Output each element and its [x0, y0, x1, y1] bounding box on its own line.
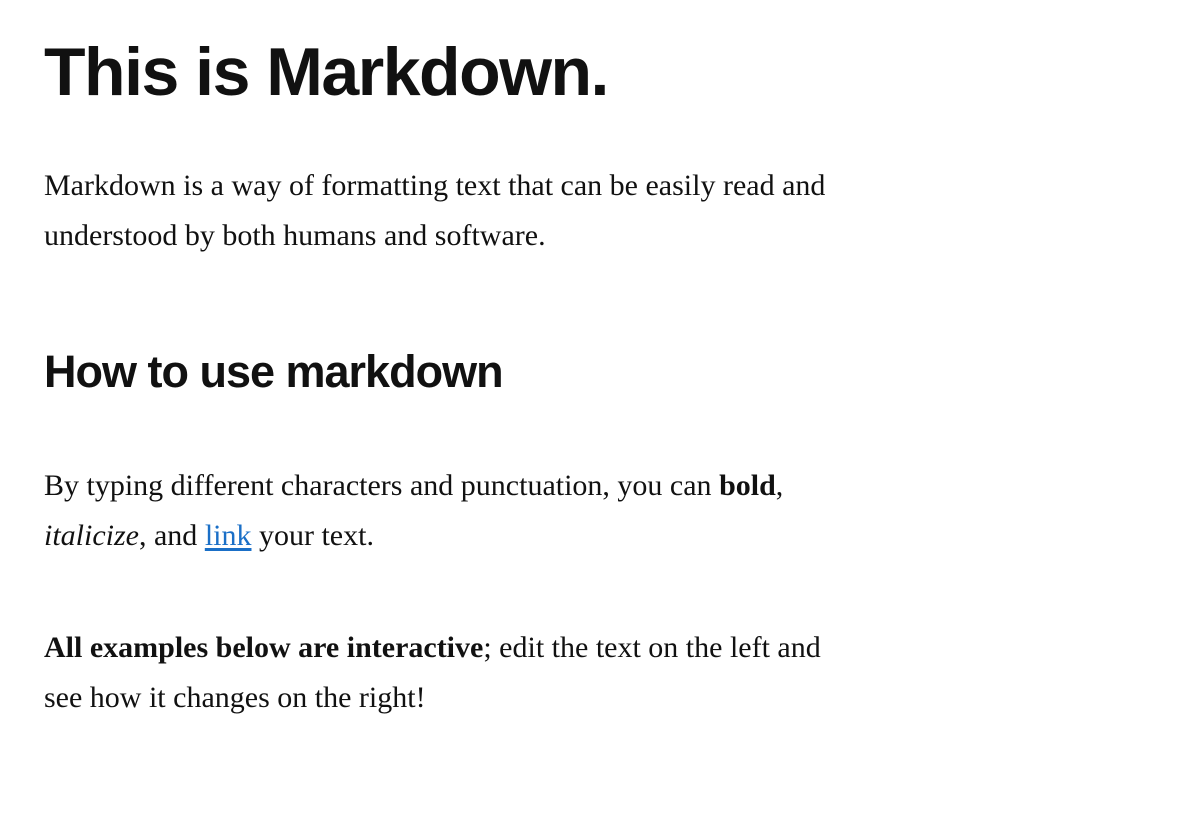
section-heading: How to use markdown	[44, 346, 504, 397]
usage-paragraph: By typing different characters and punct…	[44, 461, 1004, 561]
link-example[interactable]: link	[205, 519, 252, 552]
bold-example: bold	[719, 469, 776, 502]
interactive-note-line-2: see how it changes on the right!	[44, 681, 426, 714]
usage-and: , and	[138, 519, 205, 552]
page-title: This is Markdown.	[44, 34, 609, 110]
intro-paragraph: Markdown is a way of formatting text tha…	[44, 161, 1004, 261]
interactive-note-rest: ; edit the text on the left and	[483, 631, 821, 664]
usage-text-start: By typing different characters and punct…	[44, 469, 720, 502]
interactive-bold-phrase: All examples below are interactive	[44, 631, 484, 664]
intro-line-2: understood by both humans and software.	[44, 219, 546, 252]
interactive-note-paragraph: All examples below are interactive; edit…	[44, 623, 1004, 723]
intro-line-1: Markdown is a way of formatting text tha…	[44, 169, 826, 202]
usage-text-end: your text.	[251, 519, 374, 552]
italic-example: italicize	[44, 519, 139, 552]
usage-comma: ,	[775, 469, 784, 502]
markdown-tutorial-page: This is Markdown. Markdown is a way of f…	[0, 0, 1200, 814]
